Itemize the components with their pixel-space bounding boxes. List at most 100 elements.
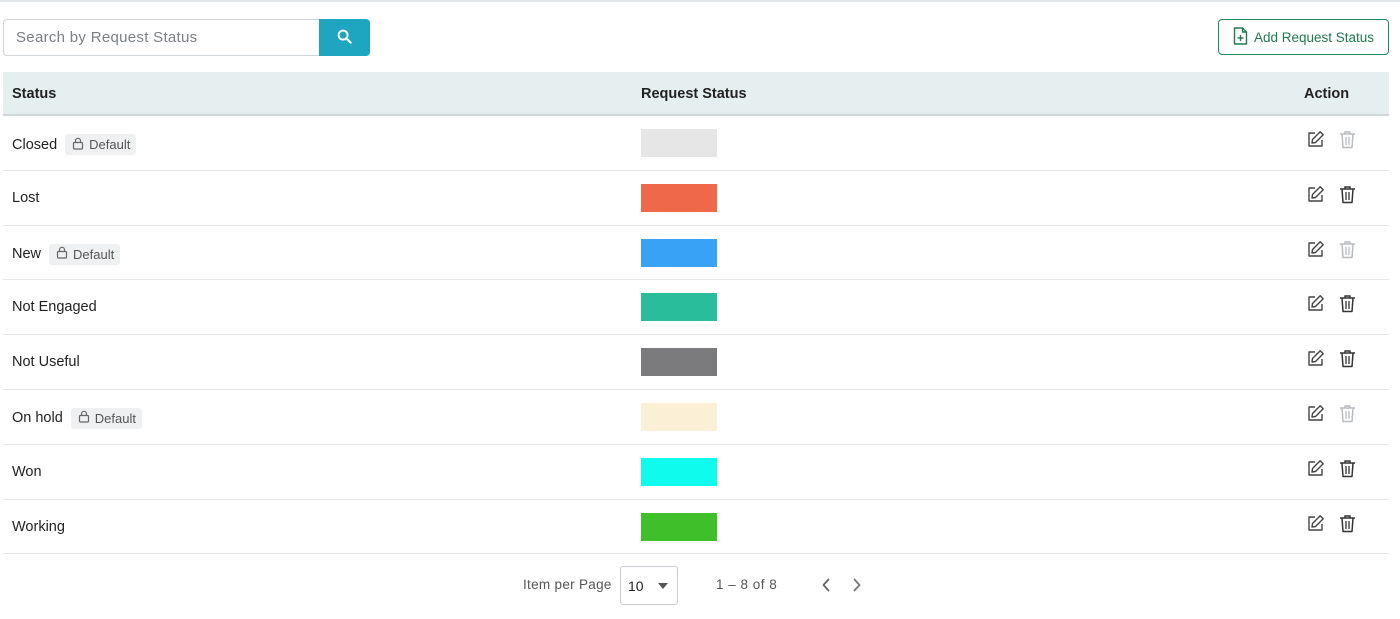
edit-button[interactable]	[1305, 350, 1325, 372]
table-body: Closed Default Lost New Default Not Engaged No…	[3, 116, 1389, 555]
row-actions	[1305, 405, 1357, 427]
next-page-button[interactable]	[847, 575, 867, 595]
table-row: Working	[3, 500, 1389, 555]
chevron-right-icon	[853, 578, 861, 592]
status-color-swatch	[641, 512, 717, 541]
default-badge: Default	[49, 243, 121, 265]
delete-button[interactable]	[1337, 514, 1357, 538]
status-cell: Not Engaged	[12, 298, 97, 316]
delete-button	[1337, 131, 1357, 153]
file-plus-icon	[1233, 26, 1248, 48]
edit-icon	[1306, 240, 1325, 264]
edit-icon	[1306, 294, 1325, 318]
lock-icon	[72, 137, 84, 153]
lock-icon	[56, 246, 68, 262]
status-color-swatch	[641, 293, 717, 322]
page-range: 1 – 8 of 8	[716, 577, 778, 592]
delete-button[interactable]	[1337, 460, 1357, 482]
delete-button[interactable]	[1337, 186, 1357, 208]
default-badge: Default	[70, 407, 142, 429]
status-color-swatch	[641, 402, 717, 431]
delete-button[interactable]	[1337, 295, 1357, 317]
table-row: Not Engaged	[3, 280, 1389, 336]
status-color-swatch	[641, 238, 717, 267]
column-header-action: Action	[1304, 86, 1350, 102]
table-row: Closed Default	[3, 116, 1389, 171]
items-per-page-value: 10	[628, 577, 644, 594]
table-row: Not Useful	[3, 335, 1389, 390]
trash-icon	[1339, 349, 1356, 373]
status-name: Won	[12, 463, 42, 480]
trash-icon	[1339, 514, 1356, 538]
request-status-table: Status Request Status Action Closed Defau…	[3, 72, 1389, 555]
status-color-swatch	[641, 183, 717, 212]
chevron-left-icon	[822, 578, 830, 592]
table-header: Status Request Status Action	[3, 72, 1389, 116]
table-row: On hold Default	[3, 390, 1389, 445]
search-input[interactable]	[3, 19, 319, 56]
edit-button[interactable]	[1305, 295, 1325, 317]
status-color-swatch	[641, 457, 717, 486]
edit-icon	[1306, 404, 1325, 428]
row-actions	[1305, 514, 1357, 538]
status-name: Lost	[12, 189, 40, 206]
add-request-status-button[interactable]: Add Request Status	[1218, 19, 1389, 55]
items-per-page-select[interactable]: 10	[620, 566, 678, 605]
delete-button[interactable]	[1337, 350, 1357, 372]
edit-icon	[1306, 349, 1325, 373]
status-cell: Lost	[12, 189, 39, 207]
row-actions	[1305, 240, 1357, 264]
status-name: Working	[12, 518, 65, 535]
status-name: Closed	[12, 136, 58, 153]
default-badge-label: Default	[94, 410, 136, 426]
top-divider	[0, 0, 1400, 2]
default-badge-label: Default	[73, 246, 115, 262]
row-actions	[1305, 131, 1357, 153]
edit-button[interactable]	[1305, 405, 1325, 427]
trash-icon	[1339, 459, 1356, 483]
search-icon	[337, 29, 352, 47]
status-cell: Closed Default	[12, 134, 137, 155]
trash-icon	[1339, 294, 1356, 318]
pagination: Item per Page 10 1 – 8 of 8	[0, 566, 1400, 606]
lock-icon	[78, 410, 90, 426]
previous-page-button[interactable]	[816, 575, 836, 595]
edit-button[interactable]	[1305, 185, 1325, 209]
table-row: Lost	[3, 171, 1389, 226]
row-actions	[1305, 185, 1357, 209]
status-color-swatch	[641, 348, 717, 377]
edit-button[interactable]	[1305, 240, 1325, 264]
delete-button	[1337, 405, 1357, 427]
search-bar	[3, 19, 370, 56]
items-per-page-label: Item per Page	[523, 577, 612, 592]
row-actions	[1305, 295, 1357, 317]
column-header-status: Status	[12, 86, 57, 102]
table-row: New Default	[3, 226, 1389, 281]
status-name: Not Engaged	[12, 299, 97, 316]
search-button[interactable]	[319, 19, 370, 56]
status-name: New	[12, 246, 42, 263]
delete-button	[1337, 240, 1357, 264]
default-badge: Default	[65, 134, 137, 155]
edit-icon	[1306, 185, 1325, 209]
status-name: Not Useful	[12, 354, 80, 371]
status-cell: On hold Default	[12, 407, 142, 429]
default-badge-label: Default	[89, 137, 131, 152]
trash-icon	[1339, 185, 1356, 209]
edit-button[interactable]	[1305, 459, 1325, 483]
row-actions	[1305, 350, 1357, 372]
status-cell: Won	[12, 463, 42, 481]
trash-icon	[1339, 130, 1356, 154]
status-cell: New Default	[12, 243, 121, 265]
row-actions	[1305, 459, 1357, 483]
edit-icon	[1306, 514, 1325, 538]
add-request-status-label: Add Request Status	[1253, 29, 1375, 45]
status-cell: Not Useful	[12, 353, 80, 371]
edit-button[interactable]	[1305, 514, 1325, 538]
trash-icon	[1339, 240, 1356, 264]
trash-icon	[1339, 404, 1356, 428]
edit-icon	[1306, 459, 1325, 483]
caret-down-icon	[658, 583, 668, 589]
edit-button[interactable]	[1305, 131, 1325, 153]
table-row: Won	[3, 445, 1389, 500]
